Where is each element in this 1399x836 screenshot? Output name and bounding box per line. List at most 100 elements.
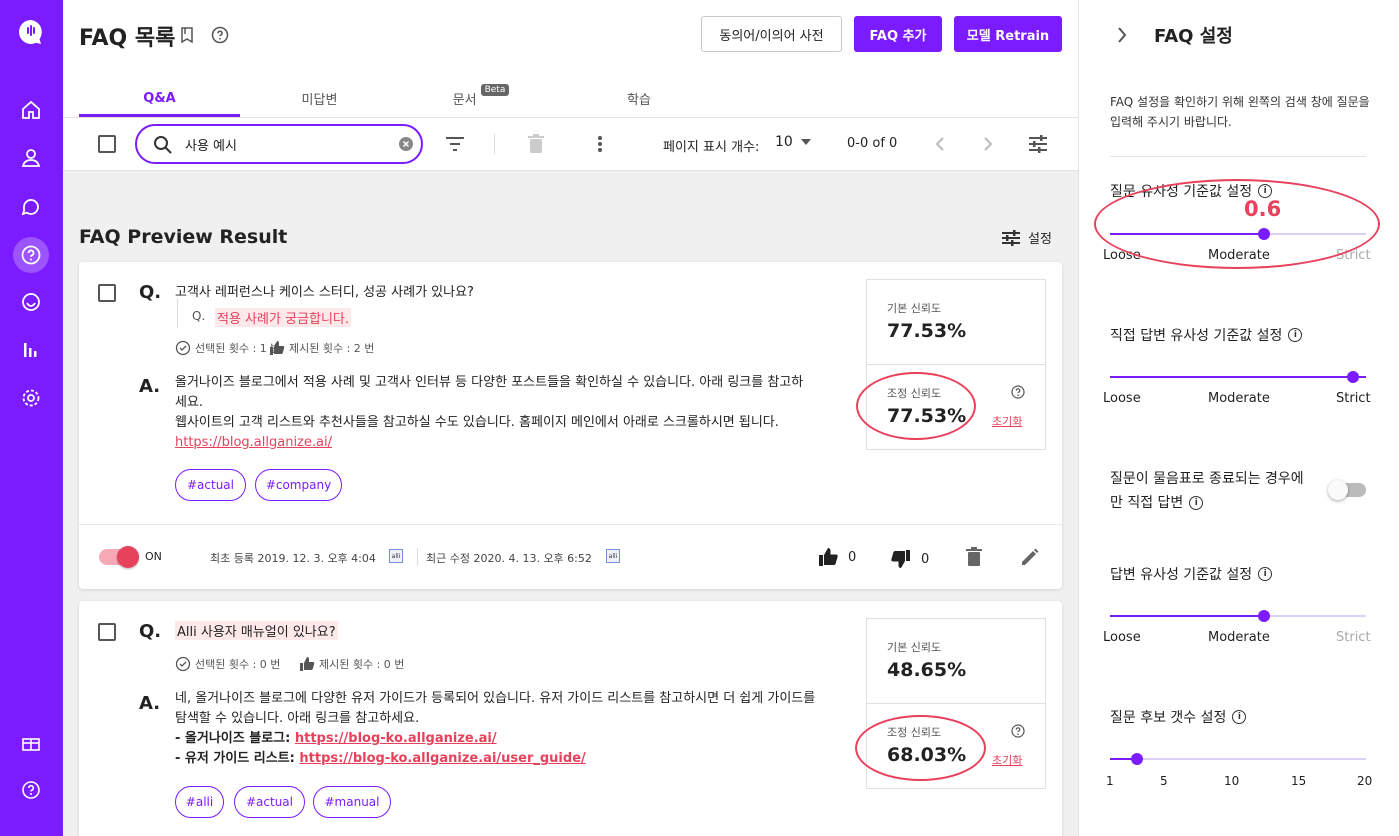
retrain-model-button[interactable]: 모델 Retrain: [954, 16, 1062, 52]
similar-question-marker: Q.: [192, 309, 206, 323]
base-confidence-box: 기본 신뢰도 77.53%: [866, 279, 1046, 365]
thumbs-down-icon: [891, 550, 910, 568]
reset-link[interactable]: 초기화: [992, 752, 1022, 768]
direct-answer-slider[interactable]: [1110, 376, 1366, 378]
stats-icon[interactable]: [16, 335, 46, 365]
filter-icon[interactable]: [445, 135, 465, 153]
chat-icon[interactable]: [16, 191, 46, 221]
base-confidence-box: 기본 신뢰도 48.65%: [866, 618, 1046, 704]
user-icon[interactable]: [16, 143, 46, 173]
info-icon[interactable]: i: [1189, 496, 1204, 510]
toggle-label: ON: [145, 550, 162, 563]
synonym-dictionary-button[interactable]: 동의어/이의어 사전: [701, 16, 842, 52]
bot-icon[interactable]: [16, 287, 46, 317]
question-marker: Q.: [139, 282, 162, 303]
prev-page-icon[interactable]: [935, 137, 945, 151]
slider-knob[interactable]: [1347, 371, 1359, 383]
dislike-button[interactable]: 0: [891, 549, 929, 569]
question-mark-toggle-label: 질문이 물음표로 종료되는 경우에 만 직접 답변 i: [1110, 467, 1330, 515]
delete-icon[interactable]: [528, 134, 544, 154]
delete-icon[interactable]: [966, 547, 982, 567]
card-footer-divider: [79, 524, 1062, 525]
question-text[interactable]: Alli 사용자 매뉴얼이 있나요?: [175, 621, 338, 640]
active-toggle[interactable]: [99, 546, 139, 568]
question-text[interactable]: 고객사 레퍼런스나 케이스 스터디, 성공 사례가 있나요?: [175, 281, 474, 300]
select-all-checkbox[interactable]: [98, 135, 116, 153]
more-vertical-icon[interactable]: [597, 135, 603, 153]
search-input[interactable]: [185, 134, 385, 154]
clear-search-icon[interactable]: [399, 137, 413, 151]
selected-count-text: 선택된 횟수 : 0 번: [195, 658, 281, 671]
faq-checkbox[interactable]: [98, 284, 116, 302]
help-circle-icon[interactable]: [1011, 724, 1025, 738]
candidate-count-slider[interactable]: [1110, 758, 1366, 760]
bookmark-icon[interactable]: [180, 27, 194, 43]
blog-link[interactable]: https://blog-ko.allganize.ai/: [295, 731, 497, 746]
page-size-select[interactable]: 10: [775, 134, 811, 150]
panel-divider: [1110, 156, 1366, 157]
slider-loose-label: Loose: [1103, 391, 1141, 406]
tag-chip[interactable]: #manual: [313, 786, 391, 818]
guide-label: - 유저 가이드 리스트:: [175, 751, 300, 766]
tag-chip[interactable]: #alli: [175, 786, 224, 818]
help-icon[interactable]: [16, 775, 46, 805]
annotation-circle: [856, 372, 976, 440]
answer-line: 웹사이트의 고객 리스트와 추천사들을 참고하실 수도 있습니다. 홈페이지 메…: [175, 415, 779, 430]
help-circle-icon[interactable]: [211, 26, 229, 44]
home-icon[interactable]: [16, 95, 46, 125]
slider-moderate-label: Moderate: [1208, 630, 1270, 645]
guide-link[interactable]: https://blog-ko.allganize.ai/user_guide/: [299, 751, 585, 766]
question-mark-toggle[interactable]: [1328, 480, 1366, 500]
preview-settings-label: 설정: [1028, 232, 1052, 247]
similar-divider: [177, 298, 178, 328]
selected-count: 선택된 횟수 : 0 번: [175, 656, 280, 672]
next-page-icon[interactable]: [983, 137, 993, 151]
faq-icon[interactable]: [16, 240, 46, 270]
reset-link[interactable]: 초기화: [992, 413, 1022, 429]
help-circle-icon[interactable]: [1011, 385, 1025, 399]
like-count: 0: [848, 549, 857, 565]
slider-strict-label: Strict: [1336, 391, 1371, 406]
page-range: 0-0 of 0: [847, 136, 898, 151]
candidate-count-label: 질문 후보 갯수 설정 i: [1110, 707, 1247, 727]
base-confidence-label: 기본 신뢰도: [887, 302, 942, 315]
thumbs-up-icon: [300, 657, 315, 671]
similar-question-text[interactable]: 적용 사례가 궁금합니다.: [215, 308, 351, 327]
dislike-count: 0: [921, 551, 930, 567]
shown-count: 제시된 횟수 : 2 번: [269, 340, 374, 356]
slider-knob[interactable]: [1131, 753, 1143, 765]
answer-link[interactable]: https://blog.allganize.ai/: [175, 433, 815, 453]
faq-card: Q. 고객사 레퍼런스나 케이스 스터디, 성공 사례가 있나요? Q. 적용 …: [79, 262, 1062, 589]
chevron-right-icon[interactable]: [1117, 27, 1127, 43]
tab-documents[interactable]: 문서 Beta: [399, 80, 559, 116]
preview-settings-button[interactable]: 설정: [1002, 228, 1052, 247]
faq-checkbox[interactable]: [98, 623, 116, 641]
add-faq-button[interactable]: FAQ 추가: [854, 16, 942, 52]
edit-icon[interactable]: [1021, 548, 1039, 566]
question-marker: Q.: [139, 621, 162, 642]
like-button[interactable]: 0: [818, 547, 856, 567]
tab-unanswered[interactable]: 미답변: [240, 80, 399, 116]
settings-icon[interactable]: [16, 383, 46, 413]
tab-learning[interactable]: 학습: [559, 80, 719, 116]
logo-icon[interactable]: [16, 17, 46, 47]
direct-answer-similarity-text: 직접 답변 유사성 기준값 설정: [1110, 328, 1283, 344]
answer-text[interactable]: 올거나이즈 블로그에서 적용 사례 및 고객사 인터뷰 등 다양한 포스트들을 …: [175, 373, 815, 453]
slider-moderate-label: Moderate: [1208, 391, 1270, 406]
tab-qna[interactable]: Q&A: [79, 80, 240, 116]
tick-label: 20: [1357, 774, 1373, 788]
tab-documents-label: 문서: [452, 92, 477, 108]
settings-panel-description: FAQ 설정을 확인하기 위해 왼쪽의 검색 창에 질문을 입력해 주시기 바랍…: [1110, 95, 1370, 129]
info-icon[interactable]: i: [1232, 710, 1247, 724]
tune-icon: [1002, 229, 1020, 246]
page-size-label: 페이지 표시 개수:: [663, 140, 760, 155]
tag-chip[interactable]: #actual: [175, 469, 246, 501]
info-icon[interactable]: i: [1258, 567, 1273, 581]
answer-text[interactable]: 네, 올거나이즈 블로그에 다양한 유저 가이드가 등록되어 있습니다. 유저 …: [175, 689, 835, 769]
tag-chip[interactable]: #company: [255, 469, 342, 501]
tag-chip[interactable]: #actual: [234, 786, 305, 818]
gift-icon[interactable]: [16, 727, 46, 757]
slider-knob[interactable]: [1258, 610, 1270, 622]
tune-icon[interactable]: [1028, 134, 1048, 154]
info-icon[interactable]: i: [1288, 328, 1303, 342]
